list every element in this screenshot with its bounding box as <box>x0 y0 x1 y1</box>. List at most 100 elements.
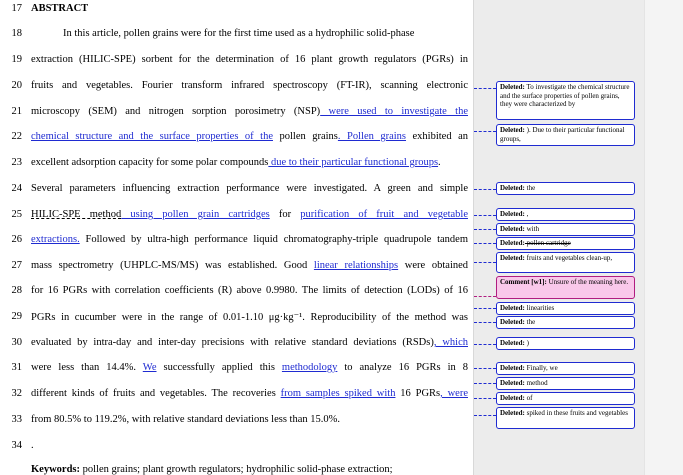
text-line: . <box>31 440 34 451</box>
inserted-text: purification of fruit and vegetable <box>300 209 468 220</box>
balloon-connector <box>474 383 496 384</box>
balloon-text: with <box>524 225 540 233</box>
balloon-connector <box>474 368 496 369</box>
document-view: 17 18 19 20 21 22 23 24 25 26 27 28 29 3… <box>0 0 683 475</box>
balloon-connector <box>474 415 496 416</box>
balloon-connector <box>474 308 496 309</box>
inserted-text: extractions. <box>31 234 80 245</box>
line-number: 24 <box>11 183 23 194</box>
text-run: exhibited an <box>406 131 469 142</box>
balloon-connector <box>474 229 496 230</box>
balloon-text: linearities <box>524 304 555 312</box>
line-number: 29 <box>11 311 23 322</box>
deletion-balloon[interactable]: Deleted: , <box>496 208 635 221</box>
deletion-balloon[interactable]: Deleted: pollen cartridge <box>496 237 635 250</box>
line-number: 22 <box>11 131 23 142</box>
inserted-text: . Pollen grains <box>337 131 407 142</box>
right-gutter <box>644 0 683 475</box>
text-line: fruits and vegetables. Fourier transform… <box>31 80 468 91</box>
text-line: mass spectrometry (UHPLC-MS/MS) was esta… <box>31 260 468 271</box>
balloon-text: of <box>524 394 533 402</box>
text-run: successfully applied this <box>156 362 282 373</box>
deletion-balloon[interactable]: Deleted: ). Due to their particular func… <box>496 124 635 146</box>
line-number: 30 <box>11 337 23 348</box>
balloon-text: Unsure of the meaning here. <box>546 278 629 286</box>
line-number: 17 <box>11 3 23 14</box>
deletion-balloon[interactable]: Deleted: method <box>496 377 635 390</box>
deletion-balloon[interactable]: Deleted: the <box>496 316 635 329</box>
balloon-connector <box>474 88 496 89</box>
deletion-balloon[interactable]: Deleted: with <box>496 223 635 236</box>
inserted-text: , were <box>440 388 468 399</box>
comment-balloon[interactable]: Comment [w1]: Unsure of the meaning here… <box>496 276 635 299</box>
inserted-text: methodology <box>281 362 338 373</box>
balloon-label: Deleted: <box>500 409 525 417</box>
line-number: 31 <box>11 362 23 373</box>
deletion-balloon[interactable]: Deleted: fruits and vegetables clean-up, <box>496 252 635 273</box>
text-run: different kinds of fruits and vegetables… <box>31 388 281 399</box>
inserted-text: linear relationships <box>313 260 399 271</box>
balloon-text: ) <box>524 339 529 347</box>
line-number: 19 <box>11 54 23 65</box>
balloon-label: Deleted: <box>500 184 525 192</box>
deletion-balloon[interactable]: Deleted: spiked in these fruits and vege… <box>496 407 635 429</box>
balloon-label: Deleted: <box>500 339 525 347</box>
balloon-label: Deleted: <box>500 379 525 387</box>
line-number: 18 <box>11 28 23 39</box>
text-line: for 16 PGRs with correlation coefficient… <box>31 285 468 296</box>
balloon-label: Deleted: <box>500 364 525 372</box>
line-number: 25 <box>11 209 23 220</box>
text-run: to analyze 16 PGRs in 8 <box>337 362 468 373</box>
text-line: excellent adsorption capacity for some p… <box>31 157 468 168</box>
balloon-label: Deleted: <box>500 126 525 134</box>
balloon-connector <box>474 344 496 345</box>
balloon-connector <box>474 398 496 399</box>
text-line: from 80.5% to 119.2%, with relative stan… <box>31 414 341 425</box>
text-line: chemical structure and the surface prope… <box>31 131 468 142</box>
comment-connector <box>474 296 496 297</box>
balloon-text: method <box>524 379 548 387</box>
balloon-connector <box>474 215 496 216</box>
line-number: 32 <box>11 388 23 399</box>
line-number: 23 <box>11 157 23 168</box>
keywords-line: Keywords: pollen grains; plant growth re… <box>31 464 468 475</box>
text-line: evaluated by intra-day and inter-day pre… <box>31 337 468 348</box>
line-number: 33 <box>11 414 23 425</box>
text-run: pollen grains <box>272 131 338 142</box>
text-run: . <box>438 157 441 168</box>
balloon-label: Deleted: <box>500 210 525 218</box>
inserted-text: using pollen grain cartridges <box>121 209 270 220</box>
text-line: In this article, pollen grains were for … <box>63 28 415 39</box>
balloon-text: Finally, we <box>524 364 558 372</box>
balloon-connector <box>474 189 496 190</box>
balloon-text: the <box>524 184 536 192</box>
text-line: PGRs in cucumber were in the range of 0.… <box>31 312 468 323</box>
inserted-text: We <box>142 362 157 373</box>
deletion-balloon[interactable]: Deleted: To investigate the chemical str… <box>496 81 635 120</box>
line-number: 28 <box>11 285 23 296</box>
text-run: microscopy (SEM) and nitrogen sorption p… <box>31 106 321 117</box>
text-run: were less than 14.4%. <box>31 362 143 373</box>
balloon-connector <box>474 131 496 132</box>
deletion-balloon[interactable]: Deleted: the <box>496 182 635 195</box>
text-line: extraction (HILIC-SPE) sorbent for the d… <box>31 54 468 65</box>
deletion-balloon[interactable]: Deleted: of <box>496 392 635 405</box>
inserted-text: were used to investigate the <box>320 106 469 117</box>
keywords-label: Keywords: <box>31 464 80 475</box>
deletion-balloon[interactable]: Deleted: linearities <box>496 302 635 315</box>
balloon-label: Deleted: <box>500 225 525 233</box>
text-line: HILIC-SPE method using pollen grain cart… <box>31 209 468 220</box>
line-number: 20 <box>11 80 23 91</box>
line-number: 27 <box>11 260 23 271</box>
balloon-label: Deleted: <box>500 318 525 326</box>
deletion-balloon[interactable]: Deleted: ) <box>496 337 635 350</box>
text-run: mass spectrometry (UHPLC-MS/MS) was esta… <box>31 260 314 271</box>
inserted-text: chemical structure and the surface prope… <box>31 131 273 142</box>
text-line: microscopy (SEM) and nitrogen sorption p… <box>31 106 468 117</box>
balloon-text: the <box>524 318 536 326</box>
deletion-balloon[interactable]: Deleted: Finally, we <box>496 362 635 375</box>
text-run: evaluated by intra-day and inter-day pre… <box>31 337 434 348</box>
line-number: 34 <box>11 440 23 451</box>
line-number: 26 <box>11 234 23 245</box>
balloon-text: , <box>524 210 529 218</box>
